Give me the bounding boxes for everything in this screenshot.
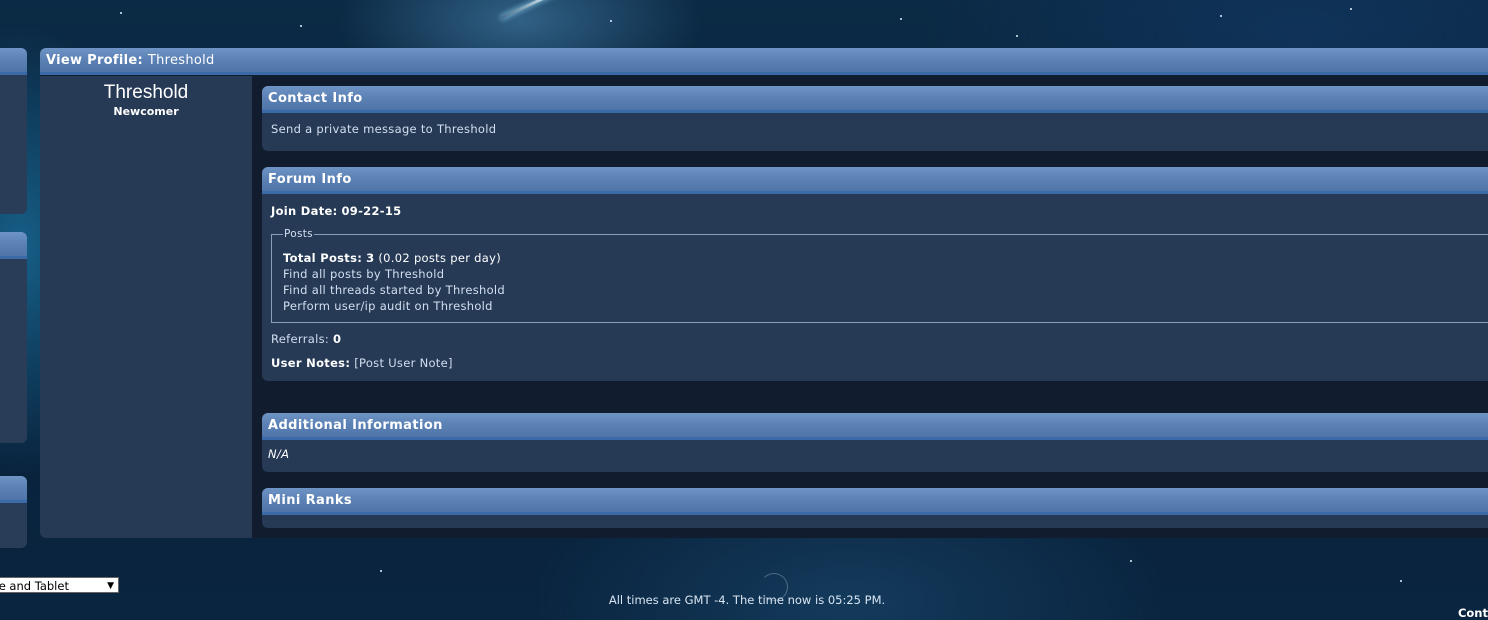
left-sidebar-box-3 <box>0 476 27 548</box>
forum-info-header: Forum Info <box>262 167 1488 194</box>
mini-ranks-header: Mini Ranks <box>262 488 1488 515</box>
style-chooser-value: bile and Tablet <box>0 579 69 593</box>
forum-info-panel: Forum Info Join Date: 09-22-15 Posts Tot… <box>262 167 1488 381</box>
total-posts-label: Total Posts: <box>283 251 363 265</box>
profile-header-username: Threshold <box>147 53 215 68</box>
star-decoration <box>900 18 902 20</box>
style-chooser-select[interactable]: bile and Tablet ▼ <box>0 577 119 593</box>
additional-information-value: N/A <box>268 447 290 461</box>
star-decoration <box>1130 560 1132 562</box>
footer-contact-link[interactable]: Cont <box>1458 606 1488 620</box>
send-private-message-link[interactable]: Send a private message to Threshold <box>271 122 496 136</box>
referrals-value: 0 <box>333 332 342 346</box>
mini-ranks-panel: Mini Ranks <box>262 488 1488 528</box>
posts-legend: Posts <box>284 228 313 240</box>
join-date-row: Join Date: 09-22-15 <box>271 204 1488 218</box>
find-all-threads-link[interactable]: Find all threads started by Threshold <box>283 283 505 297</box>
left-sidebar-box-header <box>0 48 27 75</box>
contact-info-panel: Contact Info Send a private message to T… <box>262 86 1488 151</box>
join-date-label: Join Date: <box>271 204 338 218</box>
posts-per-day: (0.02 posts per day) <box>378 251 502 265</box>
user-notes-row: User Notes: [Post User Note] <box>271 356 1488 370</box>
post-user-note-link[interactable]: [Post User Note] <box>354 356 453 370</box>
footer-time-prefix: All times are GMT -4. The time now is <box>608 593 828 607</box>
left-sidebar-box-1 <box>0 48 27 214</box>
footer-current-time: 05:25 PM <box>827 593 882 607</box>
profile-username: Threshold <box>103 82 189 103</box>
star-decoration <box>1350 8 1352 10</box>
left-sidebar-box-2 <box>0 232 27 443</box>
left-sidebar-box-header <box>0 476 27 503</box>
star-decoration <box>120 12 122 14</box>
user-notes-label: User Notes: <box>271 356 351 370</box>
posts-fieldset: Posts Total Posts: 3 (0.02 posts per day… <box>271 228 1488 323</box>
star-decoration <box>380 570 382 572</box>
footer-timezone-text: All times are GMT -4. The time now is 05… <box>0 593 1488 607</box>
total-posts-row: Total Posts: 3 (0.02 posts per day) <box>283 250 1481 266</box>
profile-user-title: Newcomer <box>113 105 179 118</box>
contact-info-body: Send a private message to Threshold <box>262 113 1488 144</box>
find-all-posts-link[interactable]: Find all posts by Threshold <box>283 267 444 281</box>
star-decoration <box>300 25 302 27</box>
total-posts-value: 3 <box>366 251 375 265</box>
left-sidebar-box-header <box>0 232 27 259</box>
star-decoration <box>610 20 612 22</box>
additional-information-header: Additional Information <box>262 413 1488 440</box>
forum-info-body: Join Date: 09-22-15 Posts Total Posts: 3… <box>262 194 1488 378</box>
additional-information-body: N/A <box>262 440 1488 468</box>
profile-header-label: View Profile <box>46 53 138 68</box>
profile-sidebar: Threshold Newcomer <box>40 76 252 538</box>
star-decoration <box>1400 580 1402 582</box>
footer-time-suffix: . <box>881 593 886 607</box>
dropdown-arrow-icon: ▼ <box>107 581 114 591</box>
additional-information-panel: Additional Information N/A <box>262 413 1488 472</box>
shooting-star-decoration <box>500 0 556 20</box>
user-ip-audit-link[interactable]: Perform user/ip audit on Threshold <box>283 299 493 313</box>
profile-header: View Profile: Threshold <box>40 48 1488 75</box>
referrals-label: Referrals: <box>271 332 330 346</box>
contact-info-header: Contact Info <box>262 86 1488 113</box>
referrals-row: Referrals: 0 <box>271 332 1488 346</box>
star-decoration <box>1016 35 1018 37</box>
join-date-value: 09-22-15 <box>341 204 402 218</box>
star-decoration <box>1220 15 1222 17</box>
profile-header-separator: : <box>137 53 148 68</box>
